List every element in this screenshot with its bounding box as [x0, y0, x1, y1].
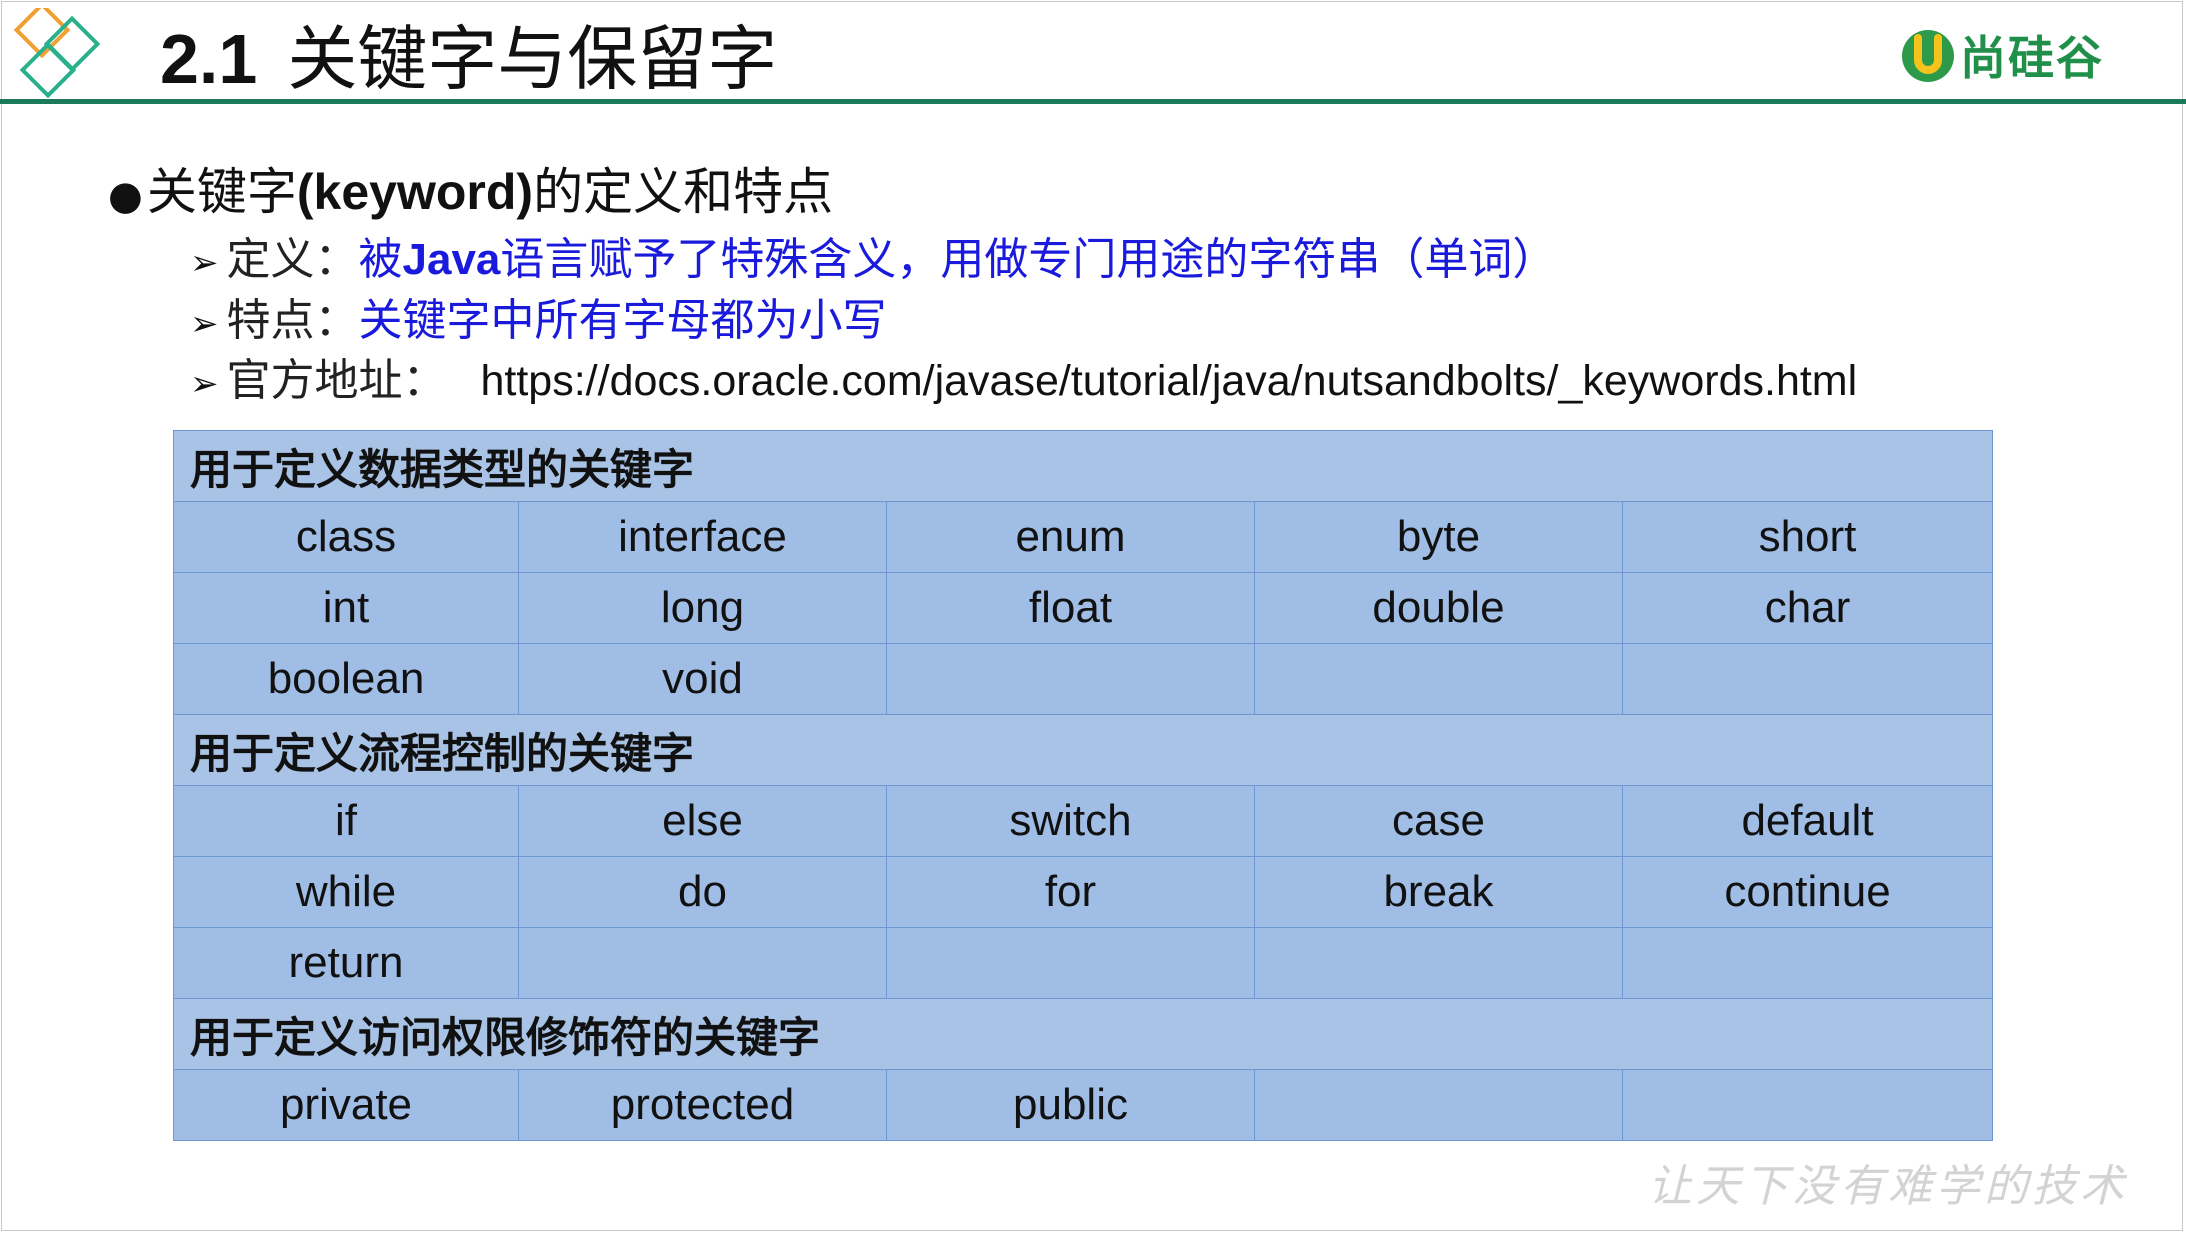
- heading-suffix: 的定义和特点: [533, 163, 834, 221]
- keyword-cell: int: [173, 572, 519, 644]
- keywords-table: 用于定义数据类型的关键字 class interface enum byte short i…: [173, 430, 1993, 1141]
- definition-value-pre: 被: [358, 234, 403, 285]
- keyword-cell: boolean: [173, 643, 519, 715]
- diamond-logo-icon: [13, 8, 101, 98]
- table-row: private protected public: [173, 1069, 1993, 1141]
- main-heading: ●关键字(keyword)的定义和特点: [108, 152, 833, 224]
- keyword-cell: char: [1622, 572, 1993, 644]
- table-section-header: 用于定义流程控制的关键字: [173, 714, 1993, 786]
- keyword-cell: interface: [518, 501, 887, 573]
- keyword-cell: break: [1254, 856, 1623, 928]
- keyword-cell: for: [886, 856, 1255, 928]
- keyword-cell: return: [173, 927, 519, 999]
- arrow-bullet-icon: ➢: [190, 304, 219, 344]
- section-title: 用于定义流程控制的关键字: [173, 714, 1993, 786]
- feature-item: ➢ 特点：关键字中所有字母都为小写: [190, 284, 887, 348]
- definition-value: 被Java语言赋予了特殊含义，用做专门用途的字符串（单词）: [359, 234, 1557, 285]
- keyword-cell: continue: [1622, 856, 1993, 928]
- heading-prefix: 关键字: [146, 163, 297, 221]
- keyword-cell: else: [518, 785, 887, 857]
- page-title: 2.1 关键字与保留字: [160, 14, 777, 104]
- keyword-cell: if: [173, 785, 519, 857]
- table-row: boolean void: [173, 643, 1993, 715]
- definition-label: 定义：: [226, 234, 359, 285]
- keyword-cell: [1254, 643, 1623, 715]
- keyword-cell: byte: [1254, 501, 1623, 573]
- header-divider: [0, 99, 2186, 104]
- section-number: 2.1: [160, 20, 258, 98]
- table-section-header: 用于定义数据类型的关键字: [173, 430, 1993, 502]
- footer-slogan: 让天下没有难学的技术: [1648, 1161, 2128, 1212]
- keyword-cell: double: [1254, 572, 1623, 644]
- keyword-cell: public: [886, 1069, 1255, 1141]
- heading-keyword: (keyword): [296, 164, 534, 220]
- keyword-cell: [1622, 1069, 1993, 1141]
- title-text: 关键字与保留字: [287, 18, 778, 100]
- official-url-item: ➢ 官方地址： https://docs.oracle.com/javase/tut…: [190, 344, 1857, 408]
- table-row: class interface enum byte short: [173, 501, 1993, 573]
- feature-value: 关键字中所有字母都为小写: [358, 295, 887, 346]
- brand-name: 尚硅谷: [1960, 31, 2104, 85]
- keyword-cell: long: [518, 572, 887, 644]
- official-url-link[interactable]: https://docs.oracle.com/javase/tutorial/…: [481, 357, 1858, 405]
- keyword-cell: float: [886, 572, 1255, 644]
- keyword-cell: short: [1622, 501, 1993, 573]
- keyword-cell: [1622, 927, 1993, 999]
- table-row: if else switch case default: [173, 785, 1993, 857]
- bullet-dot-icon: ●: [108, 173, 143, 219]
- keyword-cell: void: [518, 643, 887, 715]
- definition-value-java: Java: [402, 235, 501, 284]
- keyword-cell: default: [1622, 785, 1993, 857]
- keyword-cell: do: [518, 856, 887, 928]
- table-row: int long float double char: [173, 572, 1993, 644]
- definition-item: ➢ 定义：被Java语言赋予了特殊含义，用做专门用途的字符串（单词）: [190, 223, 1556, 287]
- section-title: 用于定义访问权限修饰符的关键字: [173, 998, 1993, 1070]
- brand-logo: 尚硅谷: [1900, 20, 2104, 90]
- table-row: while do for break continue: [173, 856, 1993, 928]
- keyword-cell: class: [173, 501, 519, 573]
- keyword-cell: [886, 927, 1255, 999]
- official-url-label: 官方地址：: [226, 355, 447, 406]
- keyword-cell: [886, 643, 1255, 715]
- keyword-cell: switch: [886, 785, 1255, 857]
- definition-value-post: 语言赋予了特殊含义，用做专门用途的字符串（单词）: [500, 234, 1557, 285]
- section-title: 用于定义数据类型的关键字: [173, 430, 1993, 502]
- table-section-header: 用于定义访问权限修饰符的关键字: [173, 998, 1993, 1070]
- keyword-cell: enum: [886, 501, 1255, 573]
- keyword-cell: case: [1254, 785, 1623, 857]
- feature-label: 特点：: [226, 295, 359, 346]
- arrow-bullet-icon: ➢: [190, 243, 219, 283]
- brand-u-icon: [1902, 30, 1954, 82]
- keyword-cell: [518, 927, 887, 999]
- keyword-cell: private: [173, 1069, 519, 1141]
- keyword-cell: protected: [518, 1069, 887, 1141]
- keyword-cell: while: [173, 856, 519, 928]
- keyword-cell: [1622, 643, 1993, 715]
- keyword-cell: [1254, 927, 1623, 999]
- arrow-bullet-icon: ➢: [190, 364, 219, 404]
- keyword-cell: [1254, 1069, 1623, 1141]
- table-row: return: [173, 927, 1993, 999]
